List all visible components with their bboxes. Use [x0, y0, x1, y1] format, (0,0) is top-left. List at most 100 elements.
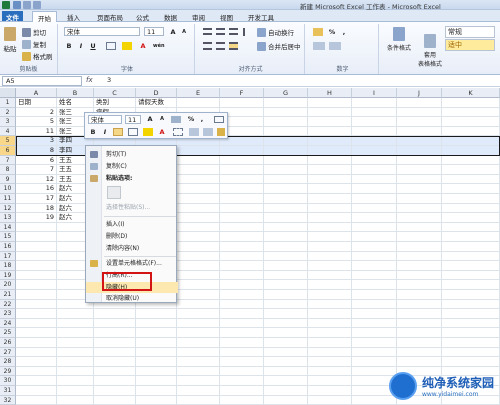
col-header-e[interactable]: E: [177, 88, 220, 98]
comma-button[interactable]: ,: [339, 27, 349, 37]
cell[interactable]: [94, 357, 136, 367]
cell[interactable]: [352, 213, 397, 223]
formula-input[interactable]: 3: [104, 76, 498, 86]
currency-icon[interactable]: [313, 28, 323, 36]
cell[interactable]: [442, 357, 500, 367]
cell[interactable]: [220, 222, 264, 233]
cell[interactable]: [220, 290, 264, 300]
cell[interactable]: [177, 357, 220, 367]
cell[interactable]: [136, 376, 177, 386]
row-header[interactable]: 18: [0, 261, 16, 271]
cell[interactable]: [177, 338, 220, 348]
cell[interactable]: [442, 270, 500, 281]
tab-insert[interactable]: 插入: [62, 11, 85, 22]
col-header-g[interactable]: G: [264, 88, 308, 98]
cell[interactable]: [264, 318, 308, 329]
col-header-j[interactable]: J: [397, 88, 442, 98]
cell[interactable]: [57, 328, 94, 338]
format-painter-button[interactable]: 格式刷: [22, 51, 53, 61]
col-header-c[interactable]: C: [94, 88, 136, 98]
cell[interactable]: [220, 386, 264, 396]
cell[interactable]: [177, 155, 220, 166]
cell[interactable]: [397, 107, 442, 118]
cell[interactable]: 19: [16, 213, 57, 223]
cell[interactable]: [177, 261, 220, 271]
merge-center-button[interactable]: 合并后居中: [257, 41, 301, 51]
cell[interactable]: [352, 357, 397, 367]
mini-increase-decimal-icon[interactable]: [189, 128, 199, 136]
bold-button[interactable]: B: [64, 41, 74, 51]
mini-borders-icon[interactable]: [173, 128, 183, 136]
cell[interactable]: [308, 386, 352, 396]
cell[interactable]: [397, 174, 442, 185]
cell[interactable]: [264, 203, 308, 214]
cell[interactable]: [220, 203, 264, 214]
cell[interactable]: [308, 203, 352, 214]
cell[interactable]: [94, 366, 136, 377]
cell[interactable]: [442, 338, 500, 348]
cell[interactable]: [264, 184, 308, 194]
cell[interactable]: [136, 347, 177, 358]
menu-item-format-cells[interactable]: 设置单元格格式(F)...: [86, 258, 178, 269]
cell[interactable]: [136, 318, 177, 329]
mini-grow-font-button[interactable]: A: [145, 114, 155, 124]
cell[interactable]: [352, 261, 397, 271]
cell[interactable]: [352, 251, 397, 262]
cell[interactable]: [397, 98, 442, 108]
row-header[interactable]: 16: [0, 242, 16, 252]
cell[interactable]: [94, 386, 136, 396]
cell[interactable]: [16, 309, 57, 319]
cell[interactable]: [57, 376, 94, 386]
cell[interactable]: [177, 347, 220, 358]
paste-clipboard-icon[interactable]: [107, 186, 121, 199]
row-header[interactable]: 23: [0, 309, 16, 319]
cell[interactable]: 6: [16, 155, 57, 166]
cell[interactable]: [397, 126, 442, 137]
cell[interactable]: [220, 251, 264, 262]
cell[interactable]: [16, 338, 57, 348]
font-size-combo[interactable]: 11: [144, 27, 164, 36]
cell[interactable]: [308, 251, 352, 262]
align-middle-icon[interactable]: [216, 28, 225, 35]
align-right-icon[interactable]: [229, 42, 238, 50]
row-header[interactable]: 28: [0, 357, 16, 367]
cell[interactable]: [442, 328, 500, 338]
cell[interactable]: [397, 299, 442, 310]
mini-percent-button[interactable]: %: [186, 114, 196, 124]
percent-button[interactable]: %: [327, 27, 337, 37]
cell[interactable]: 12: [16, 174, 57, 185]
tab-file[interactable]: 文件: [2, 11, 23, 22]
cell[interactable]: [397, 357, 442, 367]
cell[interactable]: [220, 174, 264, 185]
cell[interactable]: [352, 155, 397, 166]
select-all-corner[interactable]: [0, 88, 16, 98]
cell[interactable]: [16, 222, 57, 233]
row-header[interactable]: 6: [0, 146, 16, 156]
cell[interactable]: [264, 280, 308, 290]
cell[interactable]: [220, 366, 264, 377]
cell[interactable]: [94, 309, 136, 319]
mini-font-color-button[interactable]: A: [157, 127, 167, 137]
cell[interactable]: [177, 165, 220, 175]
cell[interactable]: [264, 309, 308, 319]
cell[interactable]: [220, 270, 264, 281]
worksheet-grid[interactable]: A B C D E F G H I J K 1日期姓名类别请假天数22张三病假3…: [0, 88, 500, 405]
tab-formulas[interactable]: 公式: [131, 11, 154, 22]
row-header[interactable]: 5: [0, 136, 16, 146]
cell[interactable]: [352, 318, 397, 329]
cell[interactable]: [308, 232, 352, 242]
mini-align-center-icon[interactable]: [113, 128, 123, 136]
menu-item-unhide[interactable]: 取消隐藏(U): [86, 294, 178, 303]
row-header[interactable]: 24: [0, 318, 16, 329]
cell[interactable]: [177, 184, 220, 194]
cell[interactable]: [397, 184, 442, 194]
cell[interactable]: [352, 242, 397, 252]
cell[interactable]: [136, 357, 177, 367]
menu-item-clear[interactable]: 清除内容(N): [86, 243, 178, 254]
cell[interactable]: [442, 232, 500, 242]
conditional-format-button[interactable]: 条件格式: [385, 27, 413, 52]
cell[interactable]: [16, 261, 57, 271]
cell[interactable]: [16, 280, 57, 290]
cell[interactable]: [264, 165, 308, 175]
row-header[interactable]: 26: [0, 338, 16, 348]
